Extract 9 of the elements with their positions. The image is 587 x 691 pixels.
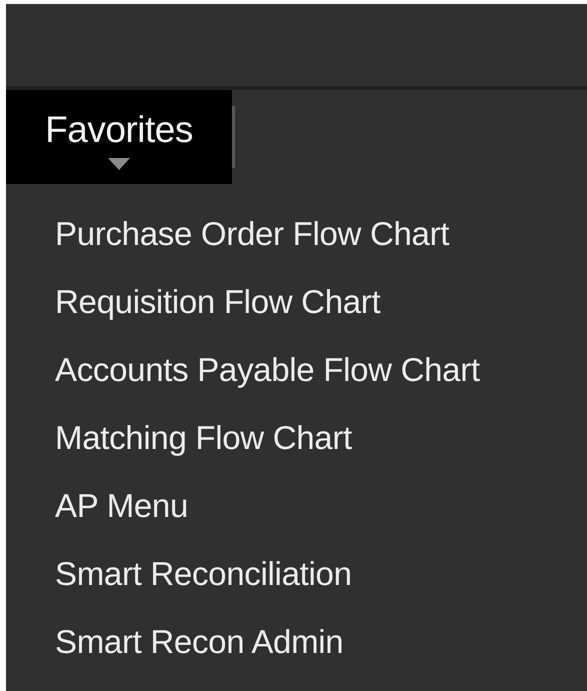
menu-item[interactable]: Smart Reconciliation: [6, 540, 352, 608]
menu-item[interactable]: Matching Flow Chart: [6, 404, 352, 472]
menu-item[interactable]: AP Menu: [6, 472, 188, 540]
favorites-tab[interactable]: Favorites: [6, 90, 232, 184]
menu-item[interactable]: Requisition Flow Chart: [6, 268, 380, 336]
menu-item[interactable]: Accounts Payable Flow Chart: [6, 336, 480, 404]
menu-item[interactable]: Smart Recon Admin: [6, 608, 344, 676]
menu-item[interactable]: Purchase Order Flow Chart: [6, 200, 450, 268]
caret-icon: [108, 158, 130, 170]
